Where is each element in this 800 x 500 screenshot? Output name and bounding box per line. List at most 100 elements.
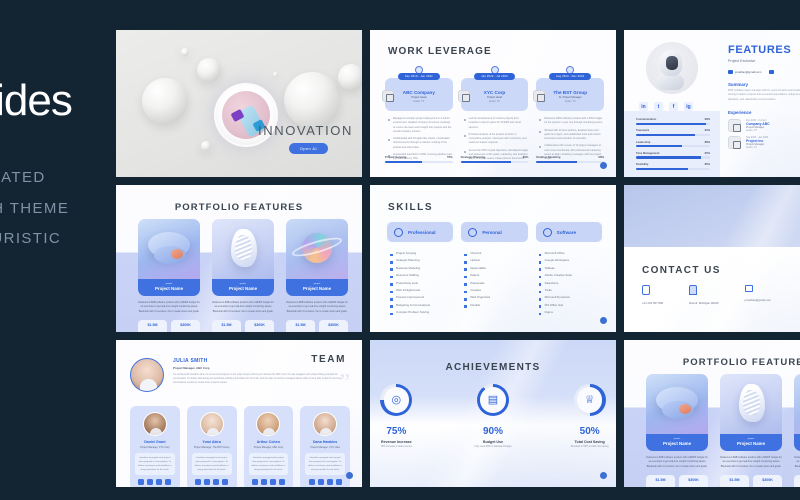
skill-item: Dependable [464,265,527,272]
linkedin-icon[interactable] [195,479,202,486]
member-name: Daniel Grant [144,440,166,444]
skill-bar-row: Teamwork 90% [636,129,710,137]
company-role: Project Head [411,96,427,100]
avatar [199,412,224,436]
skill-item: Microsoft Dynamics [538,294,602,301]
blob-shape [679,404,691,414]
portfolio-card[interactable]: project Project Name Delivered a B2B sof… [720,374,782,487]
slide-nav-dot[interactable] [600,317,607,324]
twitter-icon[interactable] [269,479,276,486]
portfolio-card[interactable]: project Project Name Delivered a B2B sof… [286,219,348,332]
company-location: Austin, TX [564,100,576,104]
features-left-panel: in t f ig Communication 98% Teamwork 90% [624,30,720,177]
innovation-cta-button[interactable]: Open AI [288,143,328,154]
slide-features[interactable]: in t f ig Communication 98% Teamwork 90% [624,30,800,177]
avatar [256,412,281,436]
linkedin-icon[interactable]: in [639,102,648,111]
experience-location: Austin, TX [746,146,757,149]
slide-nav-dot[interactable] [600,472,607,479]
slide-contact-us[interactable]: CONTACT US +01 234 567 890 Detroit, Mich… [624,185,800,332]
instagram-icon[interactable]: ig [684,102,693,111]
slide-skills[interactable]: SKILLS Professional Project Scoping Stra… [370,185,616,332]
instagram-icon[interactable] [260,479,267,486]
phone-icon [769,69,775,74]
skill-item: Business Modeling [389,265,453,272]
work-leverage-column: Jan 2022 - Jul 2023 XYC Corp Project Hea… [457,64,529,164]
twitter-icon[interactable] [213,479,220,486]
work-leverage-title: WORK LEVERAGE [388,46,492,57]
slide-nav-dot[interactable] [600,162,607,169]
member-role: Project Manager, XYC Corp [140,445,170,449]
slide-work-leverage[interactable]: WORK LEVERAGE Sep 2019 - Jan 2022 ABC Co… [370,30,616,177]
facebook-icon[interactable] [335,479,342,486]
facebook-icon[interactable] [165,479,172,486]
team-member-card[interactable]: Dana Hawkins Project Manager, XYC Labs J… [300,406,350,487]
instagram-icon[interactable] [317,479,324,486]
skill-item: Flexible [464,302,527,309]
progress-bar [536,160,605,163]
slide-achievements[interactable]: ACHIEVEMENTS ◎ 75% Revenue Increase 75% … [370,340,616,487]
project-name-banner: project Project Name [646,434,708,451]
project-description: Delivered a B2B software product with a … [646,456,708,468]
bullet-item: Delivered 100% effective product with a … [539,117,603,125]
slide-portfolio-features-repeat[interactable]: PORTFOLIO FEATURES project Project Name … [624,340,800,487]
linkedin-icon[interactable] [138,479,145,486]
company-name: XYC Corp [483,89,506,95]
instagram-icon[interactable] [204,479,211,486]
stat-value: $1.5M [221,323,232,328]
facebook-icon[interactable]: f [669,102,678,111]
member-quote: Jonathan managed each project from propo… [191,452,232,476]
stat-value: $1.5M [795,478,800,482]
skill-label: Communication [636,118,657,121]
summary-heading: Summary [728,81,749,87]
member-socials [192,479,232,486]
skill-item: Cheerful [464,250,527,257]
instagram-icon[interactable] [147,479,154,486]
sphere-decoration [273,72,278,77]
project-stats: $1.5M Revenue Generated $300K Cost Savin… [794,475,800,487]
slide-portfolio-features[interactable]: PORTFOLIO FEATURES project Project Name … [116,185,362,332]
sphere-decoration [338,64,362,90]
member-socials [305,479,345,486]
mail-icon [744,285,753,292]
portfolio-card[interactable]: project Project Name Delivered a B2B sof… [138,219,200,332]
stat-item: $300K Cost Saving [753,475,782,487]
home-icon [689,285,698,295]
slide-innovation[interactable]: INNOVATION Open AI [116,30,362,177]
skill-label: Leadership [636,140,651,144]
twitter-icon[interactable] [326,479,333,486]
team-member-card[interactable]: Daniel Grant Project Manager, XYC Corp J… [130,406,180,487]
project-kicker: project [747,438,755,440]
slide-nav-dot[interactable] [346,472,353,479]
skill-item: Creative [464,287,527,294]
skill-label: Teamwork [636,129,650,133]
project-image [646,374,708,434]
portfolio-card[interactable]: project Project Name Delivered a B2B sof… [646,374,708,487]
twitter-icon[interactable]: t [654,102,663,111]
facebook-icon[interactable] [222,479,229,486]
linkedin-icon[interactable] [251,479,258,486]
summary-text: PMP certified project manager with 8+ ye… [728,88,800,101]
linkedin-icon[interactable] [308,479,315,486]
portfolio-card[interactable]: project Project Name Delivered a B2B sof… [212,219,274,332]
member-role: Project Manager, The BST Group [193,445,230,449]
project-description: Delivered a B2B software product with a … [138,301,200,313]
portfolio-card[interactable]: project Project Name Delivered a B2B sof… [794,374,800,487]
skill-value: 88% [704,140,710,144]
achievement-label: Total Cost Saving [574,439,605,444]
team-member-card[interactable]: Yumi Akira Project Manager, The BST Grou… [186,406,237,487]
stat-value: $1.5M [655,478,666,483]
team-member-card[interactable]: Arthur Cohen Project Manager, ABC Corp J… [243,406,294,487]
work-leverage-column: Aug 2023 - Dec 2024 The BST Group Sr. Pr… [533,64,605,164]
phone-contact [769,69,775,74]
progress-value: 89% [522,154,529,159]
twitter-icon[interactable] [156,479,163,486]
slide-team[interactable]: TEAM ” JULIA SMITH Project Manager, ABC … [116,340,362,487]
stat-value: $300K [762,478,773,483]
skills-list: Project Scoping Strategic Planning Busin… [387,250,453,317]
skill-item: Process Improvement [389,294,453,301]
skill-item: MS Office Suit [538,302,602,309]
member-role: Project Manager, ABC Corp [253,445,284,449]
facebook-icon[interactable] [278,479,285,486]
member-name: Dana Hawkins [312,440,338,444]
